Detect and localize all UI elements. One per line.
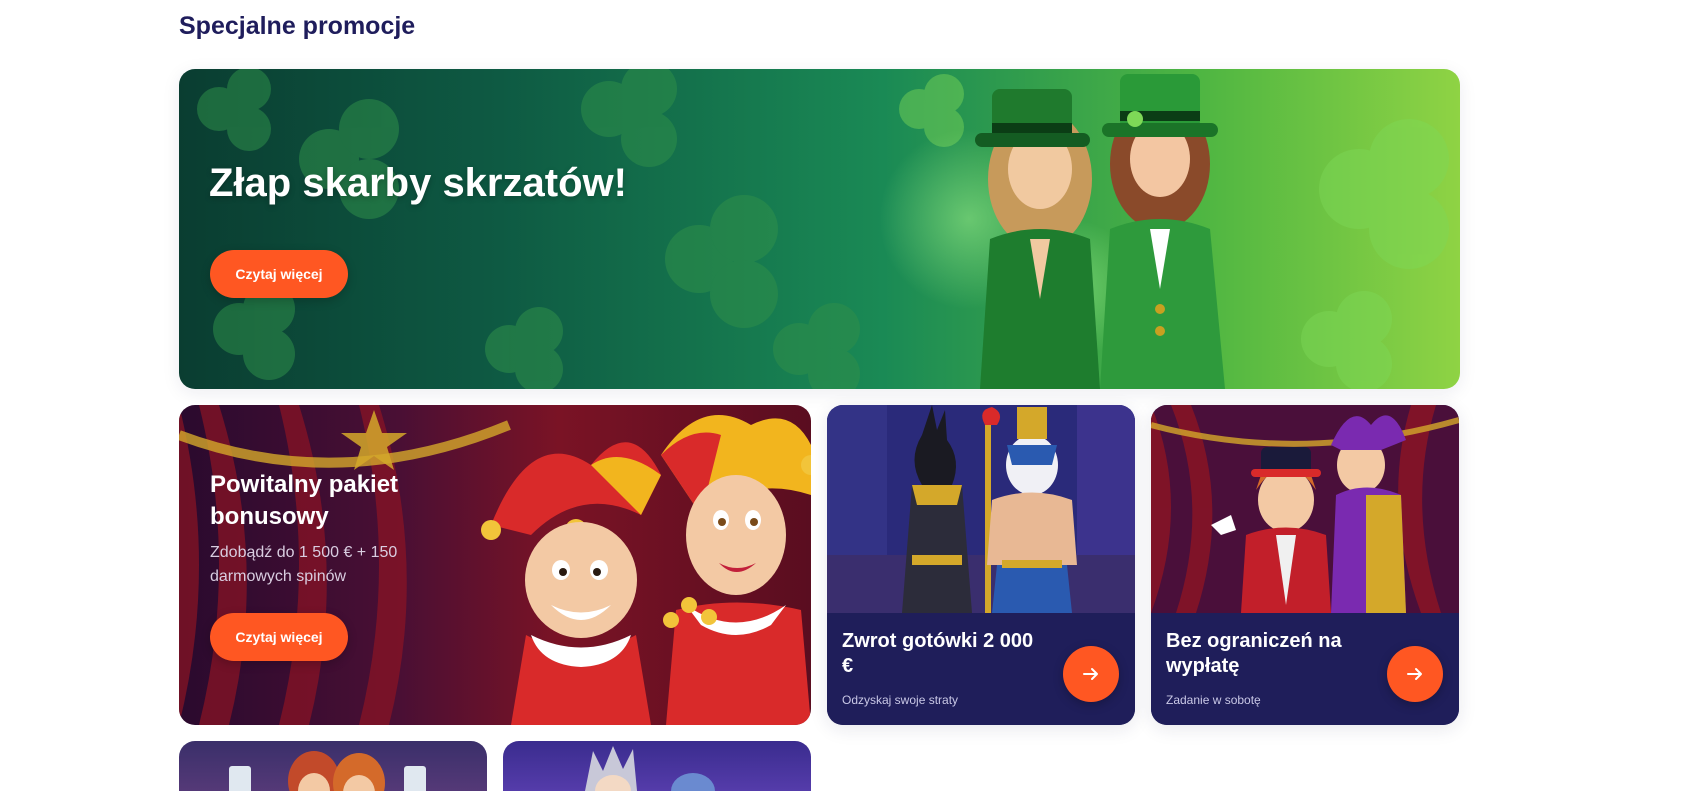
promo-art-partial <box>585 746 715 791</box>
hero-promo-card[interactable]: Złap skarby skrzatów! Czytaj więcej <box>179 69 1460 389</box>
leprechaun-women-illustration <box>975 74 1225 389</box>
jesters-illustration <box>481 415 811 725</box>
hero-read-more-button[interactable]: Czytaj więcej <box>210 250 348 298</box>
cashback-title: Zwrot gotówki 2 000 € <box>842 630 1034 677</box>
no-limit-subtitle: Zadanie w sobotę <box>1166 693 1261 707</box>
promo-card-partial[interactable] <box>179 741 487 791</box>
promo-art-partial <box>229 751 426 791</box>
no-withdrawal-limit-card[interactable]: Bez ograniczeń na wypłatę Zadanie w sobo… <box>1151 405 1459 725</box>
arrow-right-icon <box>1407 668 1422 680</box>
clover-decoration <box>197 69 1449 389</box>
cashback-promo-card[interactable]: Zwrot gotówki 2 000 € Odzyskaj swoje str… <box>827 405 1135 725</box>
no-limit-title: Bez ograniczeń na wypłatę <box>1166 630 1342 677</box>
hero-title: Złap skarby skrzatów! <box>209 161 627 205</box>
cashback-arrow-button[interactable] <box>1063 646 1119 702</box>
egyptian-gods-illustration <box>827 405 1135 613</box>
no-limit-arrow-button[interactable] <box>1387 646 1443 702</box>
harlequin-couple-illustration <box>1151 405 1459 613</box>
cashback-subtitle: Odzyskaj swoje straty <box>842 693 959 707</box>
welcome-read-more-button[interactable]: Czytaj więcej <box>210 613 348 661</box>
promotions-page: Specjalne promocje Złap skarby skrzatów!… <box>0 0 1703 791</box>
welcome-bonus-card[interactable]: Powitalny pakiet bonusowy Zdobądź do 1 5… <box>179 405 811 725</box>
promo-card-partial[interactable] <box>503 741 811 791</box>
section-title: Specjalne promocje <box>179 12 416 40</box>
welcome-title: Powitalny pakiet bonusowy <box>210 471 399 530</box>
arrow-right-icon <box>1083 668 1098 680</box>
welcome-description: Zdobądź do 1 500 € + 150 darmowych spinó… <box>210 544 398 585</box>
